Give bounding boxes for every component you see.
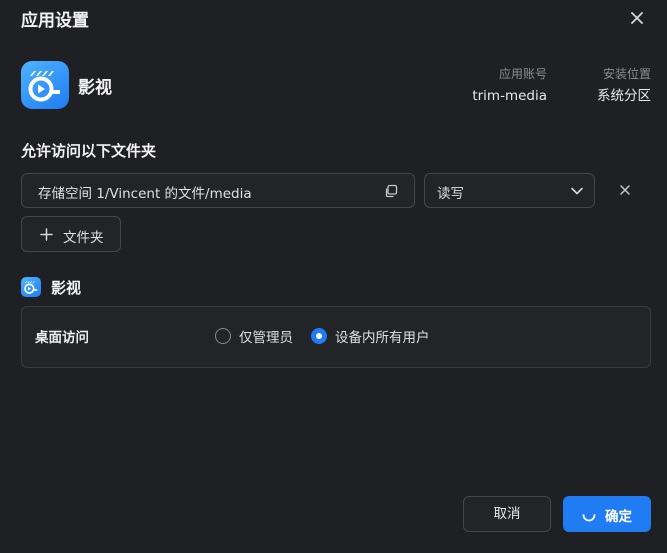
close-icon xyxy=(620,185,630,195)
copy-icon[interactable] xyxy=(383,183,399,199)
close-button[interactable] xyxy=(627,8,647,28)
add-folder-label: 文件夹 xyxy=(63,230,104,246)
cancel-button[interactable]: 取消 xyxy=(463,496,551,532)
permission-value: 读写 xyxy=(437,186,464,202)
close-icon xyxy=(631,12,643,24)
app-settings-dialog: 应用设置 影视 应用账号 trim-media 安装位置 系统分区 允许访问以下… xyxy=(0,0,667,553)
permission-select[interactable]: 读写 xyxy=(424,173,595,208)
desktop-access-app-name: 影视 xyxy=(51,279,82,297)
plus-icon xyxy=(40,228,53,241)
film-app-icon xyxy=(21,277,41,297)
remove-folder-button[interactable] xyxy=(616,181,634,199)
folder-access-title: 允许访问以下文件夹 xyxy=(21,142,157,160)
app-account-value: trim-media xyxy=(472,88,547,104)
radio-all-users-label: 设备内所有用户 xyxy=(335,330,430,346)
app-account: 应用账号 trim-media xyxy=(472,66,547,106)
confirm-label: 确定 xyxy=(605,509,632,524)
chevron-down-icon xyxy=(571,187,583,195)
add-folder-button[interactable]: 文件夹 xyxy=(21,216,121,252)
loading-spinner-icon xyxy=(582,514,596,522)
install-location-value: 系统分区 xyxy=(597,88,651,104)
dialog-title: 应用设置 xyxy=(21,11,89,31)
app-info-row: 影视 应用账号 trim-media 安装位置 系统分区 xyxy=(21,61,651,109)
desktop-access-panel: 桌面访问 仅管理员 设备内所有用户 xyxy=(21,306,651,368)
confirm-button[interactable]: 确定 xyxy=(563,496,651,532)
film-app-icon xyxy=(21,61,69,109)
radio-admin-only[interactable]: 仅管理员 xyxy=(215,326,305,346)
folder-path-text: 存储空间 1/Vincent 的文件/media xyxy=(38,186,252,202)
install-location-label: 安装位置 xyxy=(602,67,651,81)
dialog-header: 应用设置 xyxy=(21,0,667,36)
install-location: 安装位置 系统分区 xyxy=(597,66,651,106)
radio-admin-only-label: 仅管理员 xyxy=(239,330,293,346)
app-account-label: 应用账号 xyxy=(498,67,547,81)
app-name: 影视 xyxy=(78,78,112,98)
radio-circle xyxy=(215,328,231,344)
folder-path-field[interactable]: 存储空间 1/Vincent 的文件/media xyxy=(21,173,415,208)
radio-circle-checked xyxy=(311,328,327,344)
radio-all-users[interactable]: 设备内所有用户 xyxy=(311,326,441,346)
desktop-access-label: 桌面访问 xyxy=(35,330,89,346)
